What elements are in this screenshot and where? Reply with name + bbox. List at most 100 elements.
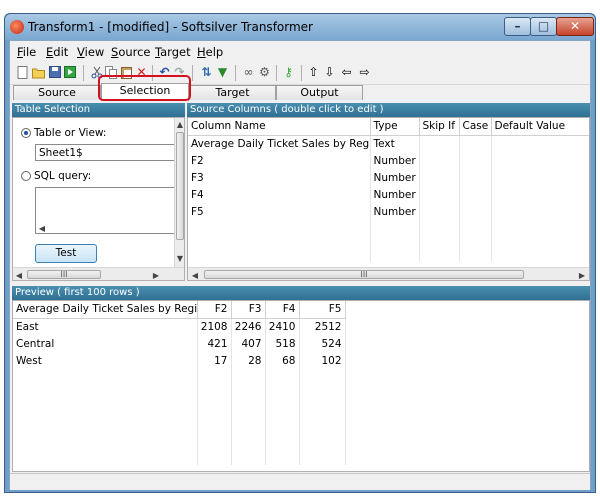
- menu-edit[interactable]: Edit: [46, 45, 68, 59]
- link-icon[interactable]: ∞: [242, 66, 255, 79]
- case-cell[interactable]: [459, 135, 492, 152]
- close-button[interactable]: ✕: [556, 17, 594, 36]
- open-folder-icon[interactable]: [32, 66, 45, 79]
- empty-cell: [370, 220, 420, 262]
- preview-header-f3[interactable]: F3: [231, 301, 266, 319]
- skip-if-cell[interactable]: [419, 152, 460, 169]
- tab-target[interactable]: Target: [189, 85, 276, 100]
- column-name-cell[interactable]: F4: [188, 186, 371, 203]
- table-row[interactable]: F5 Number: [188, 203, 589, 220]
- left-panel-horizontal-scrollbar[interactable]: ◀ III ▶: [13, 267, 184, 280]
- table-selection-panel: Table or View: Sheet1$ SQL query: ◀ Test…: [12, 117, 185, 281]
- table-row[interactable]: F4 Number: [188, 186, 589, 203]
- column-name-cell[interactable]: F2: [188, 152, 371, 169]
- move-left-icon[interactable]: ⇦: [340, 66, 353, 79]
- skip-if-cell[interactable]: [419, 135, 460, 152]
- column-type-cell[interactable]: Number: [370, 186, 420, 203]
- column-header-name[interactable]: Column Name: [188, 118, 371, 136]
- scroll-down-arrow-icon[interactable]: ▼: [175, 254, 184, 263]
- table-row[interactable]: F3 Number: [188, 169, 589, 186]
- preview-header-f2[interactable]: F2: [197, 301, 232, 319]
- column-name-cell[interactable]: F5: [188, 203, 371, 220]
- table-or-view-field[interactable]: Sheet1$: [35, 144, 176, 161]
- skip-if-cell[interactable]: [419, 169, 460, 186]
- column-header-skip-if[interactable]: Skip If: [419, 118, 460, 136]
- move-down-icon[interactable]: ⇩: [323, 66, 336, 79]
- sql-query-label: SQL query:: [34, 170, 92, 182]
- paste-icon[interactable]: [120, 66, 133, 79]
- scroll-left-arrow-icon[interactable]: ◀: [190, 271, 200, 280]
- key-icon[interactable]: ⚷: [282, 66, 295, 79]
- tab-output[interactable]: Output: [276, 85, 363, 100]
- source-columns-horizontal-scrollbar[interactable]: ◀ III ▶: [188, 267, 589, 280]
- default-value-cell[interactable]: [491, 135, 589, 152]
- column-header-type[interactable]: Type: [370, 118, 420, 136]
- case-cell[interactable]: [459, 169, 492, 186]
- sort-icon[interactable]: ⇅: [200, 66, 213, 79]
- skip-if-cell[interactable]: [419, 203, 460, 220]
- menu-view[interactable]: View: [77, 45, 104, 59]
- preview-header-region[interactable]: Average Daily Ticket Sales by Region: [13, 301, 198, 319]
- table-row[interactable]: F2 Number: [188, 152, 589, 169]
- test-button[interactable]: Test: [35, 244, 97, 263]
- new-file-icon[interactable]: [16, 66, 29, 79]
- table-or-view-radio[interactable]: [21, 128, 31, 138]
- column-type-cell[interactable]: Number: [370, 152, 420, 169]
- skip-if-cell[interactable]: [419, 186, 460, 203]
- save-icon[interactable]: [48, 66, 61, 79]
- scroll-right-arrow-icon[interactable]: ▶: [577, 271, 587, 280]
- preview-header: Preview ( first 100 rows ): [12, 286, 590, 300]
- case-cell[interactable]: [459, 152, 492, 169]
- menu-help[interactable]: Help: [197, 45, 223, 59]
- left-panel-scroll-thumb[interactable]: [176, 132, 184, 240]
- tab-selection[interactable]: Selection: [101, 83, 189, 101]
- left-panel-hscroll-thumb[interactable]: III: [27, 270, 101, 279]
- scroll-up-arrow-icon[interactable]: ▲: [175, 120, 184, 129]
- sql-query-radio[interactable]: [21, 171, 31, 181]
- column-type-cell[interactable]: Number: [370, 203, 420, 220]
- run-icon[interactable]: [63, 66, 76, 79]
- cut-icon[interactable]: [90, 66, 103, 79]
- menu-target[interactable]: Target: [155, 45, 191, 59]
- table-row[interactable]: Average Daily Ticket Sales by Regi... Te…: [188, 135, 589, 152]
- default-value-cell[interactable]: [491, 152, 589, 169]
- table-row: East 2108 2246 2410 2512: [13, 318, 346, 335]
- column-header-default-value[interactable]: Default Value: [491, 118, 589, 136]
- title-bar[interactable]: Transform1 - [modified] - Softsilver Tra…: [5, 14, 595, 40]
- tab-source[interactable]: Source: [13, 85, 101, 100]
- column-type-cell[interactable]: Number: [370, 169, 420, 186]
- column-type-cell[interactable]: Text: [370, 135, 420, 152]
- move-right-icon[interactable]: ⇨: [358, 66, 371, 79]
- column-name-cell[interactable]: F3: [188, 169, 371, 186]
- case-cell[interactable]: [459, 186, 492, 203]
- column-header-case[interactable]: Case: [459, 118, 492, 136]
- case-cell[interactable]: [459, 203, 492, 220]
- undo-icon[interactable]: ↶: [158, 66, 171, 79]
- move-up-icon[interactable]: ⇧: [307, 66, 320, 79]
- source-columns-hscroll-thumb[interactable]: III: [204, 270, 524, 279]
- sql-scroll-left-icon[interactable]: ◀: [37, 224, 47, 233]
- minimize-button[interactable]: –: [504, 17, 531, 36]
- preview-cell: 68: [265, 352, 300, 369]
- default-value-cell[interactable]: [491, 169, 589, 186]
- copy-icon[interactable]: [105, 66, 118, 79]
- default-value-cell[interactable]: [491, 203, 589, 220]
- column-name-cell[interactable]: Average Daily Ticket Sales by Regi...: [188, 135, 371, 152]
- toolbar: ✕ ↶ ↷ ⇅ ▼ ∞ ⚙ ⚷ ⇧ ⇩ ⇦ ⇨: [10, 61, 590, 85]
- scroll-right-arrow-icon[interactable]: ▶: [151, 271, 161, 280]
- scroll-left-arrow-icon[interactable]: ◀: [14, 271, 24, 280]
- delete-icon[interactable]: ✕: [135, 66, 148, 79]
- app-logo-icon: [10, 20, 24, 34]
- default-value-cell[interactable]: [491, 186, 589, 203]
- properties-icon[interactable]: ⚙: [258, 66, 271, 79]
- table-selection-header: Table Selection: [12, 103, 185, 117]
- maximize-button[interactable]: □: [530, 17, 557, 36]
- menu-file[interactable]: File: [17, 45, 36, 59]
- sql-query-input[interactable]: [35, 187, 176, 234]
- preview-header-f4[interactable]: F4: [265, 301, 300, 319]
- left-panel-vertical-scrollbar[interactable]: ▲ ▼: [174, 118, 184, 267]
- preview-header-f5[interactable]: F5: [299, 301, 346, 319]
- redo-icon[interactable]: ↷: [173, 66, 186, 79]
- filter-icon[interactable]: ▼: [216, 66, 229, 79]
- menu-source[interactable]: Source: [111, 45, 151, 59]
